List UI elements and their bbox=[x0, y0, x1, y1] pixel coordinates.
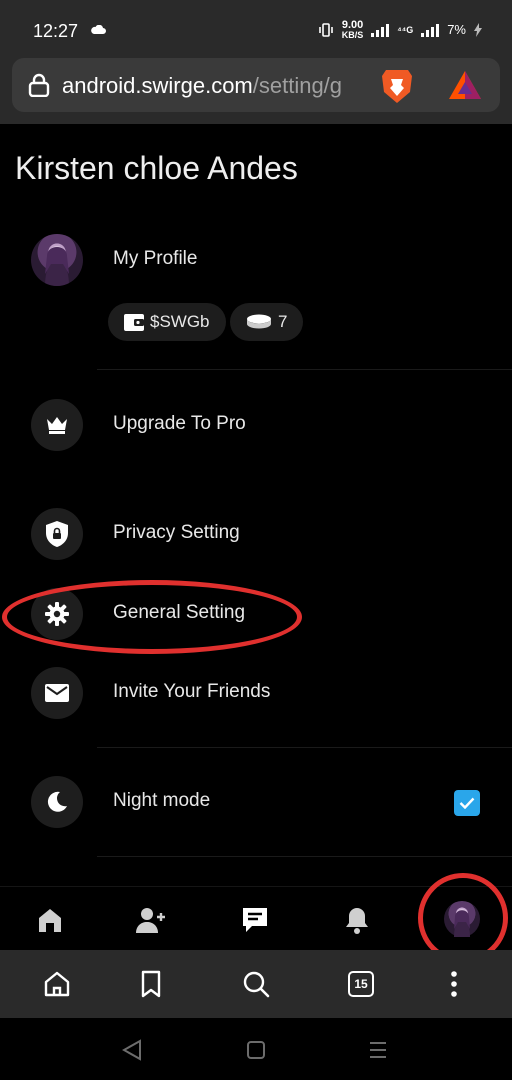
browser-bottom-bar: 15 bbox=[0, 950, 512, 1018]
menu-lines-icon bbox=[370, 1042, 386, 1058]
bookmark-icon bbox=[141, 970, 161, 998]
divider bbox=[97, 856, 512, 857]
add-friend-nav-button[interactable] bbox=[134, 903, 168, 937]
system-home-button[interactable] bbox=[244, 1038, 268, 1062]
my-profile-label: My Profile bbox=[113, 248, 198, 269]
night-mode-label: Night mode bbox=[113, 790, 211, 811]
avatar[interactable] bbox=[31, 234, 83, 286]
messages-nav-button[interactable] bbox=[238, 903, 272, 937]
lock-icon[interactable] bbox=[28, 73, 50, 97]
page-title: Kirsten chloe Andes bbox=[15, 150, 298, 186]
cloud-icon bbox=[91, 25, 106, 34]
browser-toolbar: android.swirge.com/setting/g bbox=[0, 50, 512, 124]
status-time: 12:27 bbox=[33, 21, 79, 41]
wallet-chip-label: $SWGb bbox=[150, 312, 210, 331]
chat-icon bbox=[243, 908, 267, 932]
tab-count: 15 bbox=[348, 971, 374, 997]
invite-friends-row[interactable]: Invite Your Friends bbox=[31, 667, 491, 719]
crown-icon bbox=[31, 399, 83, 451]
night-mode-row[interactable]: Night mode bbox=[31, 776, 491, 828]
coins-icon bbox=[247, 314, 271, 329]
network-speed-unit: KB/S bbox=[341, 30, 364, 40]
battery-level: 7% bbox=[447, 22, 466, 37]
annotation-ellipse-general bbox=[2, 580, 302, 654]
upgrade-to-pro-row[interactable]: Upgrade To Pro bbox=[31, 399, 491, 451]
status-indicators: 9.00 KB/S ⁴⁴G 7% bbox=[318, 20, 482, 40]
my-profile-row[interactable]: My Profile bbox=[31, 234, 491, 286]
moon-icon bbox=[31, 776, 83, 828]
home-nav-button[interactable] bbox=[33, 903, 67, 937]
coins-chip[interactable]: 7 bbox=[230, 303, 304, 341]
home-icon bbox=[39, 909, 61, 932]
system-back-button[interactable] bbox=[120, 1038, 144, 1062]
search-button[interactable] bbox=[240, 968, 272, 1000]
divider bbox=[97, 369, 512, 370]
invite-friends-label: Invite Your Friends bbox=[113, 681, 271, 702]
add-user-icon bbox=[136, 908, 165, 933]
shield-lock-icon bbox=[31, 508, 83, 560]
bookmarks-button[interactable] bbox=[135, 968, 167, 1000]
network-type: ⁴⁴G bbox=[397, 24, 414, 35]
notifications-nav-button[interactable] bbox=[340, 903, 374, 937]
wallet-chip[interactable]: $SWGb bbox=[108, 303, 226, 341]
check-icon bbox=[459, 797, 475, 809]
address-bar[interactable]: android.swirge.com/setting/g bbox=[12, 58, 500, 112]
divider bbox=[97, 747, 512, 748]
back-triangle-icon bbox=[122, 1039, 141, 1061]
envelope-icon bbox=[31, 667, 83, 719]
wallet-icon bbox=[124, 313, 144, 331]
url-text[interactable]: android.swirge.com/setting/g bbox=[62, 73, 367, 99]
bell-icon bbox=[346, 908, 368, 934]
url-path: /setting/g bbox=[252, 73, 343, 98]
upgrade-to-pro-label: Upgrade To Pro bbox=[113, 413, 246, 434]
privacy-setting-label: Privacy Setting bbox=[113, 522, 240, 543]
vibrate-icon bbox=[318, 22, 333, 37]
charging-icon bbox=[474, 22, 482, 37]
home-square-icon bbox=[247, 1041, 265, 1059]
signal-icon bbox=[371, 23, 390, 37]
night-mode-checkbox[interactable] bbox=[454, 790, 480, 816]
more-vertical-icon bbox=[451, 971, 457, 997]
tabs-button[interactable]: 15 bbox=[345, 968, 377, 1000]
privacy-setting-row[interactable]: Privacy Setting bbox=[31, 508, 491, 560]
coins-chip-count: 7 bbox=[278, 312, 288, 331]
system-recents-button[interactable] bbox=[366, 1038, 390, 1062]
network-speed: 9.00 KB/S bbox=[341, 20, 364, 40]
brave-shield-icon[interactable] bbox=[380, 67, 414, 105]
browser-home-button[interactable] bbox=[41, 968, 73, 1000]
search-icon bbox=[243, 971, 270, 998]
system-nav-bar bbox=[0, 1018, 512, 1080]
home-outline-icon bbox=[44, 971, 70, 997]
signal-icon-2 bbox=[421, 23, 440, 37]
brave-rewards-icon[interactable] bbox=[448, 70, 482, 100]
browser-menu-button[interactable] bbox=[438, 968, 470, 1000]
url-host: android.swirge.com bbox=[62, 73, 253, 98]
